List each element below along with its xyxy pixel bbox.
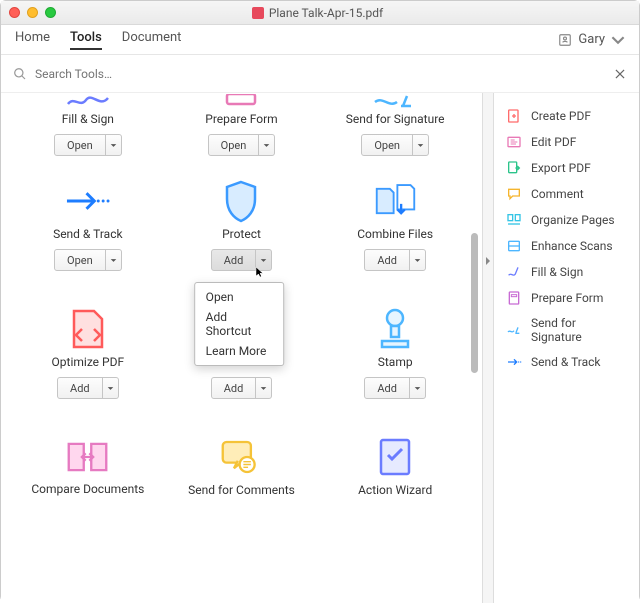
add-button[interactable]: Add	[364, 249, 426, 271]
send-sign-icon	[373, 94, 417, 108]
panel-divider[interactable]	[482, 93, 494, 603]
window-zoom-button[interactable]	[45, 7, 56, 18]
pdf-file-icon	[252, 7, 264, 19]
tools-grid-pane: Fill & Sign Open Prepare Form Open Send …	[1, 93, 482, 603]
tab-tools[interactable]: Tools	[70, 30, 102, 50]
add-button[interactable]: Add	[57, 377, 119, 399]
add-button[interactable]: Add	[364, 377, 426, 399]
tool-action-wizard[interactable]: Action Wizard	[318, 434, 472, 534]
window-close-button[interactable]	[9, 7, 20, 18]
tab-document[interactable]: Document	[122, 30, 182, 50]
compare-icon	[65, 437, 110, 477]
comment-icon	[506, 186, 522, 202]
search-input[interactable]	[27, 67, 613, 81]
form-icon	[221, 94, 261, 108]
chevron-right-icon	[485, 256, 491, 266]
checklist-icon	[376, 435, 414, 479]
shield-icon	[222, 179, 260, 223]
tab-home[interactable]: Home	[15, 30, 50, 50]
arrow-right-icon	[65, 186, 110, 216]
sidebar-item-export-pdf[interactable]: Export PDF	[504, 155, 629, 181]
sidebar-item-edit-pdf[interactable]: Edit PDF	[504, 129, 629, 155]
form-icon	[506, 290, 522, 306]
tool-optimize-pdf[interactable]: Optimize PDF Add	[11, 306, 165, 434]
stamp-icon	[374, 307, 416, 351]
sidebar-item-comment[interactable]: Comment	[504, 181, 629, 207]
open-button[interactable]: Open	[54, 249, 122, 271]
close-icon[interactable]	[613, 67, 627, 81]
scrollbar-thumb[interactable]	[471, 233, 478, 373]
shortcuts-sidebar: Create PDF Edit PDF Export PDF Comment O…	[494, 93, 639, 603]
user-menu[interactable]: Gary	[558, 32, 625, 47]
menu-learn-more[interactable]: Learn More	[196, 341, 284, 361]
add-button[interactable]: Add	[211, 377, 273, 399]
tool-send-comments[interactable]: Send for Comments	[165, 434, 319, 534]
sidebar-item-prepare-form[interactable]: Prepare Form	[504, 285, 629, 311]
export-pdf-icon	[506, 160, 522, 176]
sidebar-item-send-signature[interactable]: Send for Signature	[504, 311, 629, 349]
top-tab-bar: Home Tools Document Gary	[1, 25, 639, 55]
tool-prepare-form[interactable]: Prepare Form Open	[165, 93, 319, 178]
sidebar-item-organize[interactable]: Organize Pages	[504, 207, 629, 233]
window-titlebar: Plane Talk-Apr-15.pdf	[1, 1, 639, 25]
search-icon	[13, 67, 27, 81]
dropdown-menu[interactable]: Open Add Shortcut Learn More	[195, 282, 285, 366]
sidebar-item-send-track[interactable]: Send & Track	[504, 349, 629, 375]
send-sign-icon	[506, 322, 522, 338]
combine-icon	[373, 180, 418, 222]
user-badge-icon	[558, 33, 572, 47]
compress-file-icon	[68, 307, 108, 351]
organize-icon	[506, 212, 522, 228]
sidebar-item-fill-sign[interactable]: Fill & Sign	[504, 259, 629, 285]
window-title: Plane Talk-Apr-15.pdf	[269, 6, 383, 20]
open-button[interactable]: Open	[208, 134, 276, 156]
cursor-icon	[254, 266, 266, 278]
tool-compare[interactable]: Compare Documents	[11, 434, 165, 534]
open-button[interactable]: Open	[54, 134, 122, 156]
tool-fill-sign[interactable]: Fill & Sign Open	[11, 93, 165, 178]
signature-icon	[66, 94, 110, 108]
sidebar-item-enhance[interactable]: Enhance Scans	[504, 233, 629, 259]
open-button[interactable]: Open	[361, 134, 429, 156]
scan-icon	[506, 238, 522, 254]
window-minimize-button[interactable]	[27, 7, 38, 18]
tool-send-track[interactable]: Send & Track Open	[11, 178, 165, 306]
create-pdf-icon	[506, 108, 522, 124]
edit-pdf-icon	[506, 134, 522, 150]
sidebar-item-create-pdf[interactable]: Create PDF	[504, 103, 629, 129]
menu-add-shortcut[interactable]: Add Shortcut	[196, 307, 284, 341]
tool-send-signature[interactable]: Send for Signature Open	[318, 93, 472, 178]
arrow-track-icon	[506, 354, 522, 370]
chevron-down-icon	[611, 33, 625, 47]
fill-sign-icon	[506, 264, 522, 280]
tool-stamp[interactable]: Stamp Add	[318, 306, 472, 434]
comments-icon	[219, 437, 264, 477]
search-bar	[1, 55, 639, 93]
menu-open[interactable]: Open	[196, 287, 284, 307]
tool-combine-files[interactable]: Combine Files Add	[318, 178, 472, 306]
tool-protect[interactable]: Protect Add Open Add Shortcut Learn More	[165, 178, 319, 306]
